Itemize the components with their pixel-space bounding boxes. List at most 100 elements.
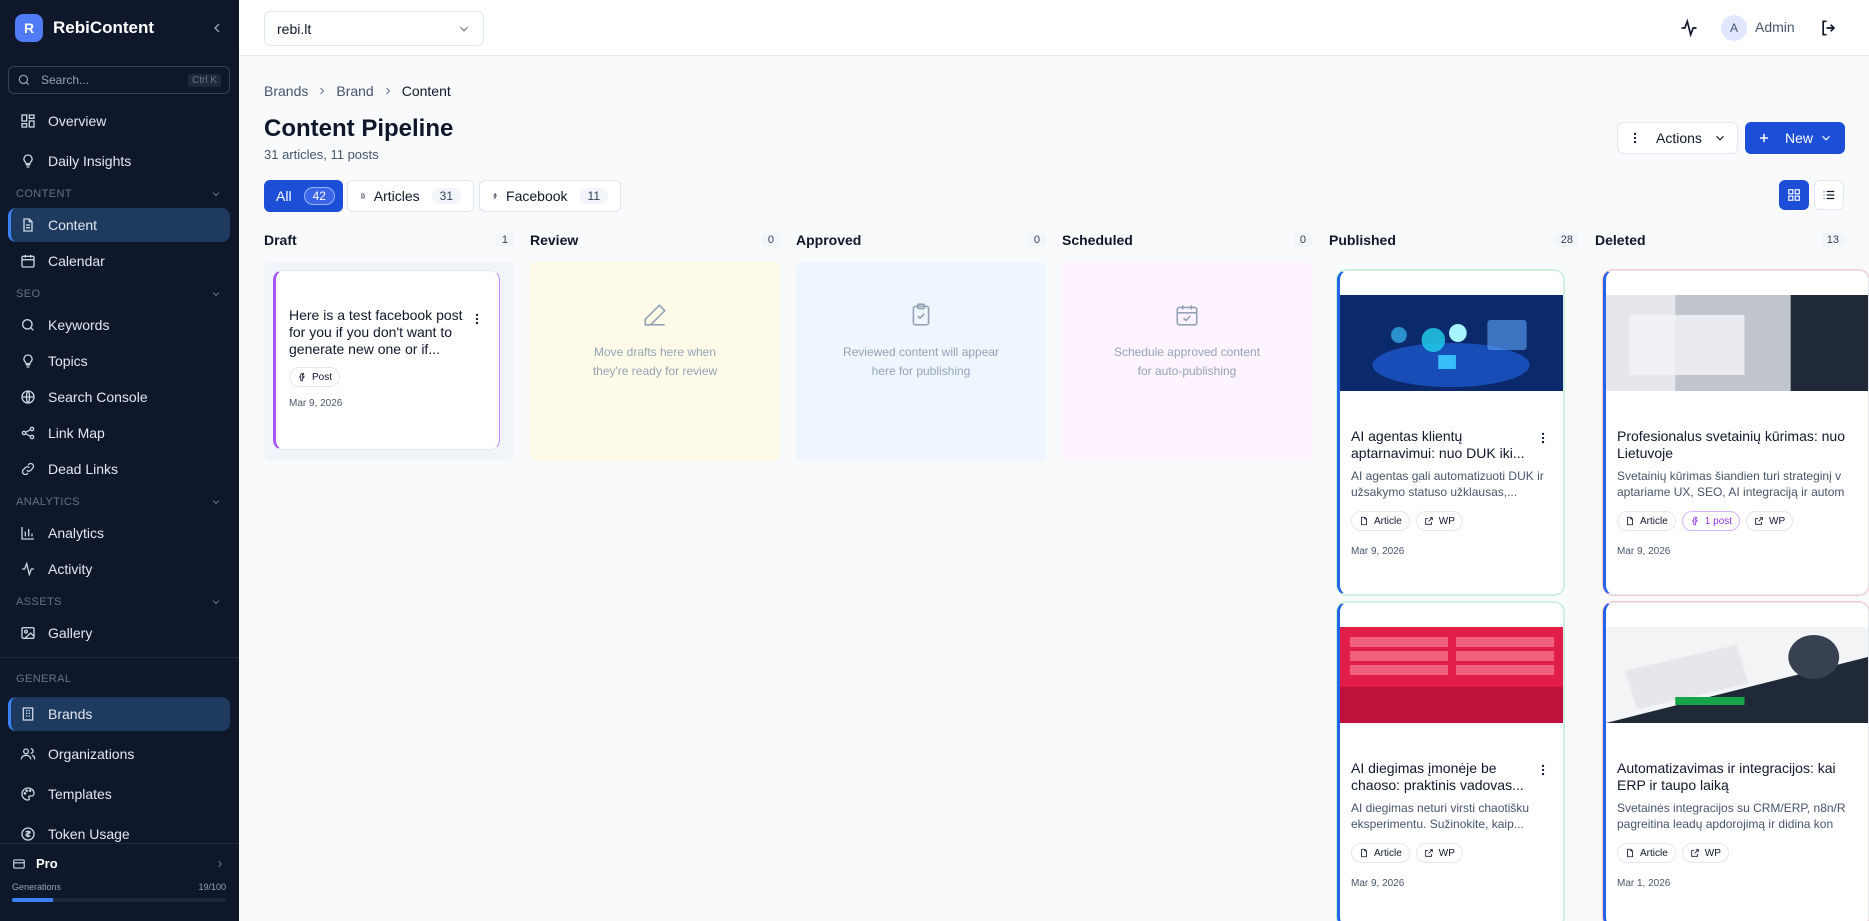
filter-articles[interactable]: Articles 31 (347, 180, 474, 212)
sidebar-item-organizations[interactable]: Organizations (8, 737, 230, 771)
wp-badge[interactable]: WP (1415, 843, 1463, 863)
badge-label: WP (1769, 515, 1786, 527)
usage-label: Generations (12, 882, 62, 892)
empty-text: Move drafts here when they're ready for … (592, 345, 718, 378)
wp-badge[interactable]: WP (1415, 511, 1463, 531)
column-scheduled: Schedule approved content for auto-publi… (1062, 262, 1312, 461)
external-link-icon (1425, 517, 1433, 525)
published-card[interactable]: AI agentas klientų aptarnavimui: nuo DUK… (1337, 270, 1564, 595)
list-view-button[interactable] (1814, 180, 1844, 210)
section-label: CONTENT (16, 188, 72, 200)
actions-button[interactable]: Actions (1617, 122, 1738, 154)
collapse-sidebar-icon[interactable] (209, 20, 225, 36)
sidebar-item-token-usage[interactable]: Token Usage (8, 817, 230, 851)
section-label: SEO (16, 288, 41, 300)
plan-widget[interactable]: Pro Generations 19/100 (12, 856, 226, 902)
draft-post-card[interactable]: Here is a test facebook post for you if … (273, 270, 500, 450)
breadcrumb-brand[interactable]: Brand (336, 83, 373, 99)
sidebar-item-dead-links[interactable]: Dead Links (8, 452, 230, 486)
filter-all[interactable]: All 42 (264, 180, 343, 212)
bulb-icon (23, 354, 33, 368)
deleted-card[interactable]: Automatizavimas ir integracijos: kai ERP… (1603, 602, 1869, 921)
section-assets-header[interactable]: ASSETS (16, 596, 222, 608)
page-title: Content Pipeline (264, 115, 454, 142)
badge-label: Article (1640, 515, 1668, 527)
breadcrumb-current: Content (401, 83, 451, 99)
more-vertical-icon[interactable] (470, 312, 484, 326)
sidebar-item-brands[interactable]: Brands (8, 697, 230, 731)
new-button[interactable]: New (1745, 122, 1845, 154)
card-title: AI diegimas įmonėje be chaoso: praktinis… (1351, 760, 1524, 793)
activity-icon[interactable] (1679, 18, 1699, 38)
sidebar-item-keywords[interactable]: Keywords (8, 308, 230, 342)
card-title: AI agentas klientų aptarnavimui: nuo DUK… (1351, 428, 1525, 461)
sidebar-item-label: Activity (48, 561, 93, 577)
column-title: Scheduled (1062, 232, 1133, 248)
more-vertical-icon[interactable] (1536, 763, 1550, 777)
sidebar-item-search-console[interactable]: Search Console (8, 380, 230, 414)
search-input[interactable]: Search... Ctrl K (8, 66, 230, 94)
sidebar-item-templates[interactable]: Templates (8, 777, 230, 811)
section-seo-header[interactable]: SEO (16, 288, 222, 300)
user-name[interactable]: Admin (1755, 19, 1795, 35)
search-placeholder: Search... (41, 73, 90, 87)
empty-text: Reviewed content will appear here for pu… (842, 345, 1000, 378)
chevron-down-icon (1822, 135, 1830, 141)
article-badge: Article (1617, 843, 1676, 863)
logout-icon[interactable] (1819, 18, 1839, 38)
column-count: 13 (1820, 233, 1845, 247)
sidebar-item-activity[interactable]: Activity (8, 552, 230, 586)
sidebar-item-link-map[interactable]: Link Map (8, 416, 230, 450)
bar-chart-icon (21, 527, 34, 540)
sidebar-item-daily-insights[interactable]: Daily Insights (8, 144, 230, 178)
post-count-badge[interactable]: 1 post (1681, 511, 1741, 531)
sidebar-item-overview[interactable]: Overview (8, 104, 230, 138)
wp-badge[interactable]: WP (1681, 843, 1729, 863)
breadcrumb-brands[interactable]: Brands (264, 83, 308, 99)
post-text: Here is a test facebook post for you if … (289, 307, 463, 357)
column-header-published: Published 28 (1329, 232, 1579, 248)
sidebar-item-label: Search Console (48, 389, 148, 405)
badge-label: Article (1374, 515, 1402, 527)
document-icon (1361, 516, 1367, 526)
globe-icon (21, 390, 35, 404)
sidebar-item-content[interactable]: Content (8, 208, 230, 242)
filter-facebook[interactable]: Facebook 11 (479, 180, 621, 212)
published-card[interactable]: AI diegimas įmonėje be chaoso: praktinis… (1337, 602, 1564, 921)
grid-view-button[interactable] (1779, 180, 1809, 210)
more-vertical-icon (1633, 132, 1637, 144)
sidebar-item-analytics[interactable]: Analytics (8, 516, 230, 550)
new-label: New (1785, 130, 1814, 146)
filter-label: Articles (373, 188, 420, 204)
card-description: AI agentas gali automatizuoti DUK ir užs… (1351, 469, 1544, 499)
filter-label: Facebook (506, 188, 568, 204)
column-review: Move drafts here when they're ready for … (530, 262, 780, 461)
post-badge: Post (289, 367, 341, 387)
sidebar-item-label: Analytics (48, 525, 105, 541)
card-thumbnail (1340, 295, 1563, 391)
section-label: GENERAL (16, 673, 72, 685)
clipboard-check-icon (912, 303, 930, 326)
deleted-card[interactable]: Profesionalus svetainių kūrimas: nuo Lie… (1603, 270, 1869, 595)
card-title: Profesionalus svetainių kūrimas: nuo Lie… (1617, 428, 1846, 461)
sidebar-item-label: Dead Links (48, 461, 119, 477)
sidebar-item-gallery[interactable]: Gallery (8, 616, 230, 650)
column-header-scheduled: Scheduled 0 (1062, 232, 1312, 248)
card-thumbnail (1606, 627, 1868, 723)
more-vertical-icon[interactable] (1536, 431, 1550, 445)
document-icon (1627, 848, 1633, 858)
wp-badge[interactable]: WP (1746, 511, 1794, 531)
sidebar-item-calendar[interactable]: Calendar (8, 244, 230, 278)
chevron-down-icon (212, 500, 220, 505)
sidebar-item-label: Gallery (48, 625, 93, 641)
sidebar-item-label: Organizations (48, 746, 135, 762)
sidebar-item-label: Templates (48, 786, 112, 802)
sidebar-item-topics[interactable]: Topics (8, 344, 230, 378)
column-header-approved: Approved 0 (796, 232, 1046, 248)
section-content-header[interactable]: CONTENT (16, 188, 222, 200)
brand-select[interactable]: rebi.lt (264, 11, 484, 46)
plan-name: Pro (36, 856, 58, 871)
avatar[interactable]: A (1721, 15, 1747, 41)
calendar-icon (21, 255, 35, 268)
section-analytics-header[interactable]: ANALYTICS (16, 496, 222, 508)
